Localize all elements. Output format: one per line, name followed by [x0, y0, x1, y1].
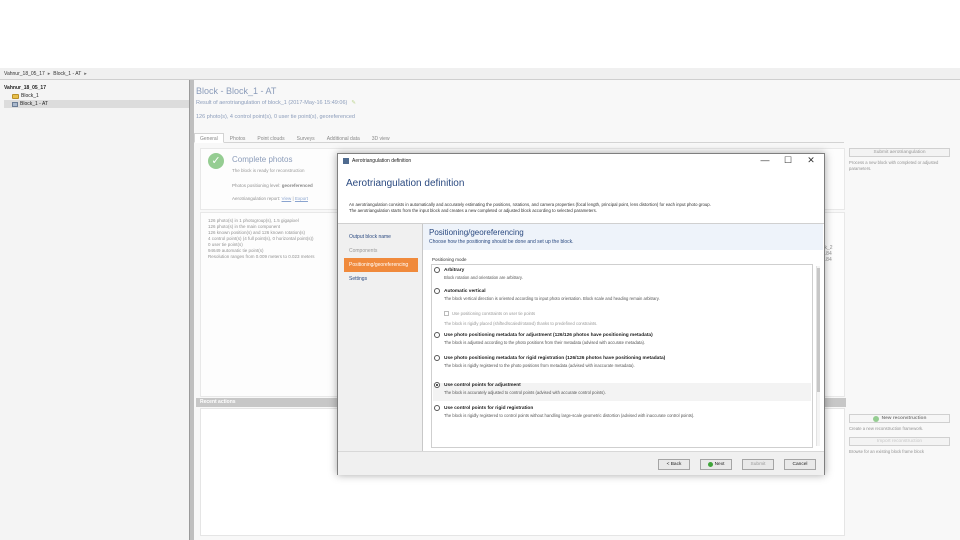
maximize-icon[interactable]: ☐: [781, 155, 795, 166]
wizard-steps: Output block name Components Positioning…: [344, 230, 418, 286]
dialog-titlebar[interactable]: Aerotriangulation definition — ☐ ✕: [338, 154, 824, 168]
submit-button[interactable]: Submit: [742, 459, 774, 470]
step-output-block-name[interactable]: Output block name: [344, 230, 418, 244]
app-icon: [343, 158, 349, 164]
block-icon: [12, 101, 18, 107]
option-desc: Block rotation and orientation are arbit…: [444, 275, 523, 280]
checkbox-icon: [444, 311, 449, 316]
tree-item-block-1[interactable]: Block_1: [4, 92, 189, 100]
step-subtitle: Choose how the positioning should be don…: [429, 239, 574, 245]
breadcrumb-separator-icon: ▸: [84, 70, 87, 77]
dialog-description: An aerotriangulation consists in automat…: [349, 202, 819, 213]
tree-item-label: Block_1: [21, 93, 39, 99]
folder-icon: [12, 93, 19, 99]
positioning-options: Arbitrary Block rotation and orientation…: [431, 264, 820, 448]
next-label: Next: [714, 461, 725, 467]
option-desc: The block is rigidly registered to contr…: [444, 413, 695, 418]
breadcrumb-item-block[interactable]: Block_1 - AT: [53, 71, 81, 77]
radio-icon[interactable]: [434, 405, 440, 411]
tree-item-label: Block_1 - AT: [20, 101, 48, 107]
dialog-footer: < Back Next Submit Cancel: [338, 451, 824, 475]
step-components[interactable]: Components: [344, 244, 418, 258]
dialog-window-title: Aerotriangulation definition: [352, 158, 412, 164]
radio-icon[interactable]: [434, 355, 440, 361]
radio-icon[interactable]: [434, 288, 440, 294]
radio-icon[interactable]: [434, 332, 440, 338]
option-label: Use photo positioning metadata for adjus…: [444, 332, 653, 338]
step-title: Positioning/georeferencing: [429, 228, 524, 237]
dialog-heading: Aerotriangulation definition: [346, 178, 465, 189]
option-metadata-rigid[interactable]: Use photo positioning metadata for rigid…: [434, 355, 809, 368]
options-scrollbar[interactable]: [816, 266, 820, 446]
option-desc: The block vertical direction is oriented…: [444, 296, 660, 301]
next-arrow-icon: [707, 462, 713, 467]
step-content: Positioning/georeferencing Choose how th…: [422, 224, 824, 452]
positioning-mode-label: Positioning mode: [432, 257, 467, 262]
scrollbar-thumb[interactable]: [817, 268, 820, 392]
radio-selected-icon[interactable]: [434, 382, 440, 388]
option-arbitrary[interactable]: Arbitrary Block rotation and orientation…: [434, 267, 809, 280]
step-settings[interactable]: Settings: [344, 272, 418, 286]
option-label: Use control points for adjustment: [444, 382, 521, 388]
minimize-icon[interactable]: —: [758, 155, 772, 165]
next-button[interactable]: Next: [700, 459, 732, 470]
project-tree-panel: Vahnur_18_05_17 Block_1 Block_1 - AT: [0, 80, 190, 540]
option-automatic-vertical[interactable]: Automatic vertical The block vertical di…: [434, 288, 809, 301]
step-positioning[interactable]: Positioning/georeferencing: [344, 258, 418, 272]
suboption-desc: The block is rigidly placed (shifted/sca…: [444, 321, 804, 326]
option-label: Automatic vertical: [444, 288, 486, 294]
suboption-text: The block is rigidly placed (shifted/sca…: [444, 321, 598, 326]
suboption-user-tie-constraints: Use positioning constraints on user tie …: [444, 311, 804, 316]
option-label: Use photo positioning metadata for rigid…: [444, 355, 666, 361]
tree-item-label: Vahnur_18_05_17: [4, 85, 46, 91]
suboption-label: Use positioning constraints on user tie …: [452, 311, 536, 316]
option-control-points-adjustment[interactable]: Use control points for adjustment The bl…: [434, 382, 809, 395]
top-blank-area: [0, 0, 960, 68]
radio-icon[interactable]: [434, 267, 440, 273]
option-label: Use control points for rigid registratio…: [444, 405, 534, 411]
dialog-body: Output block name Components Positioning…: [338, 223, 824, 452]
option-metadata-adjustment[interactable]: Use photo positioning metadata for adjus…: [434, 332, 809, 345]
option-label: Arbitrary: [444, 267, 465, 273]
option-control-points-rigid[interactable]: Use control points for rigid registratio…: [434, 405, 809, 418]
tree-item-block-1-at[interactable]: Block_1 - AT: [4, 100, 189, 108]
description-line: The aerotriangulation starts from the in…: [349, 207, 597, 213]
dialog-header: Aerotriangulation definition An aerotria…: [338, 168, 824, 223]
breadcrumb-separator-icon: ▸: [47, 70, 51, 77]
option-desc: The block is adjusted according to the p…: [444, 340, 646, 345]
close-icon[interactable]: ✕: [804, 155, 818, 166]
tree-item-project[interactable]: Vahnur_18_05_17: [4, 84, 189, 92]
breadcrumb: Vahnur_18_05_17 ▸ Block_1 - AT ▸: [0, 68, 960, 80]
step-header: Positioning/georeferencing Choose how th…: [423, 224, 823, 250]
option-desc: The block is accurately adjusted to cont…: [444, 390, 606, 395]
aerotriangulation-dialog: Aerotriangulation definition — ☐ ✕ Aerot…: [337, 153, 825, 475]
back-button[interactable]: < Back: [658, 459, 690, 470]
cancel-button[interactable]: Cancel: [784, 459, 816, 470]
option-desc: The block is rigidly registered to the p…: [444, 363, 635, 368]
breadcrumb-item-project[interactable]: Vahnur_18_05_17: [4, 71, 45, 77]
